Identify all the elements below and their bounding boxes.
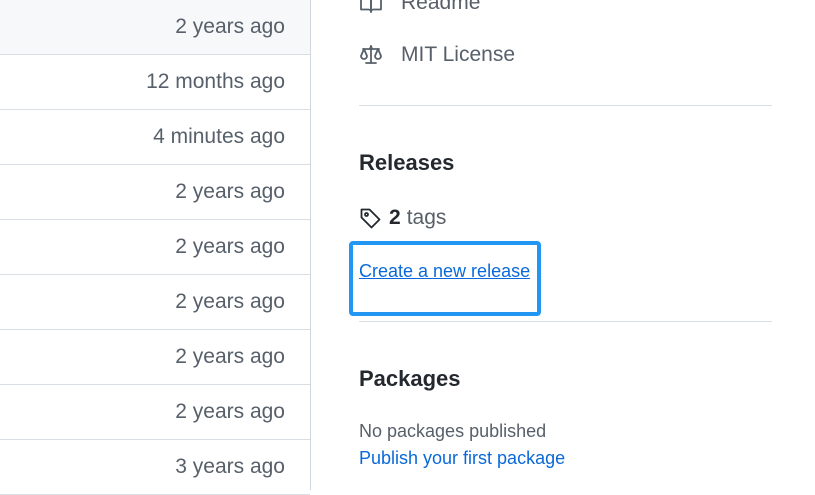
license-label: MIT License — [401, 43, 515, 66]
repo-sidebar: Readme MIT License Releases 2 tags Creat… — [349, 0, 772, 490]
tags-link[interactable]: 2 tags — [359, 206, 446, 230]
file-row[interactable]: 2 years ago — [0, 275, 310, 330]
file-row[interactable]: 12 months ago — [0, 55, 310, 110]
book-icon — [359, 0, 383, 15]
commit-age: 2 years ago — [175, 345, 285, 368]
law-scale-icon — [359, 43, 383, 67]
commit-age: 2 years ago — [175, 290, 285, 313]
commit-age: 2 years ago — [175, 400, 285, 423]
file-row[interactable]: 3 years ago — [0, 440, 310, 495]
sidebar-divider — [359, 105, 772, 106]
packages-heading[interactable]: Packages — [359, 366, 461, 392]
file-row[interactable]: 2 years ago — [0, 0, 310, 55]
tag-label: tags — [406, 206, 447, 229]
commit-age: 2 years ago — [175, 15, 285, 38]
commit-age: 2 years ago — [175, 235, 285, 258]
file-row[interactable]: 2 years ago — [0, 385, 310, 440]
commit-age: 2 years ago — [175, 180, 285, 203]
file-row[interactable]: 4 minutes ago — [0, 110, 310, 165]
commit-age: 12 months ago — [146, 70, 285, 93]
readme-label: Readme — [401, 0, 481, 14]
sidebar-divider — [359, 321, 772, 322]
tag-count: 2 — [389, 206, 401, 229]
commit-age: 3 years ago — [175, 455, 285, 478]
license-link[interactable]: MIT License — [359, 43, 515, 67]
readme-link[interactable]: Readme — [359, 0, 480, 15]
tag-icon — [359, 206, 383, 230]
releases-heading[interactable]: Releases — [359, 150, 454, 176]
publish-package-link[interactable]: Publish your first package — [359, 448, 565, 469]
file-list: 2 years ago 12 months ago 4 minutes ago … — [0, 0, 311, 495]
commit-age: 4 minutes ago — [153, 125, 285, 148]
file-row[interactable]: 2 years ago — [0, 220, 310, 275]
create-release-link[interactable]: Create a new release — [359, 261, 530, 282]
no-packages-text: No packages published — [359, 421, 547, 441]
file-row[interactable]: 2 years ago — [0, 330, 310, 385]
file-row[interactable]: 2 years ago — [0, 165, 310, 220]
